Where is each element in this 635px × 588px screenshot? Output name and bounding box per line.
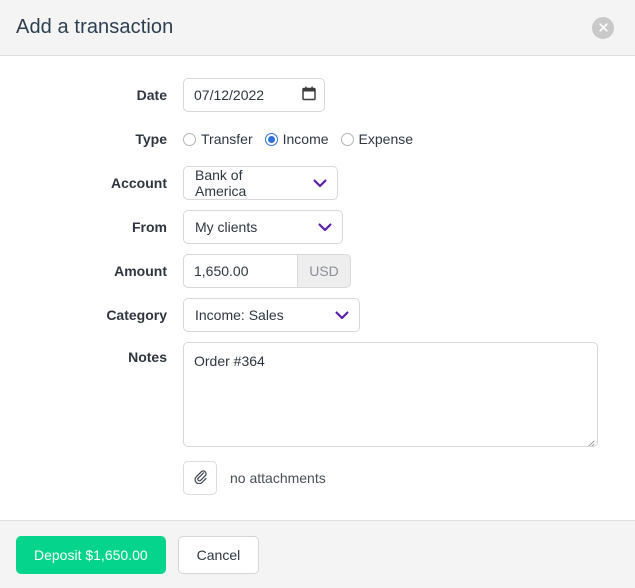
- field-row-from: From My clients: [16, 210, 619, 244]
- account-label: Account: [111, 175, 167, 191]
- field-row-type: Type Transfer Income Expense: [16, 122, 619, 156]
- attachments-field-wrap: no attachments: [183, 461, 619, 495]
- field-row-date: Date 07/12/2022: [16, 78, 619, 112]
- amount-field-wrap: 1,650.00 USD: [183, 254, 619, 288]
- category-label: Category: [106, 307, 167, 323]
- radio-icon-income: [264, 132, 278, 146]
- chevron-down-icon: [313, 175, 327, 191]
- field-row-notes: Notes Order #364: [16, 342, 619, 447]
- account-value: Bank of America: [195, 167, 247, 199]
- radio-label-income: Income: [282, 131, 329, 147]
- date-input[interactable]: 07/12/2022: [183, 78, 325, 112]
- category-select[interactable]: Income: Sales: [183, 298, 360, 332]
- currency-addon: USD: [297, 254, 351, 288]
- radio-icon-expense: [340, 132, 354, 146]
- paperclip-icon: [193, 469, 208, 487]
- chevron-down-icon: [335, 307, 349, 323]
- notes-label: Notes: [128, 349, 167, 365]
- radio-option-expense[interactable]: Expense: [340, 131, 414, 147]
- attachments-status-text: no attachments: [230, 470, 326, 486]
- dialog-footer: Deposit $1,650.00 Cancel: [0, 520, 635, 588]
- from-value: My clients: [195, 219, 258, 235]
- field-row-category: Category Income: Sales: [16, 298, 619, 332]
- field-row-amount: Amount 1,650.00 USD: [16, 254, 619, 288]
- notes-field-wrap: Order #364: [183, 342, 619, 447]
- account-select[interactable]: Bank of America: [183, 166, 338, 200]
- radio-label-transfer: Transfer: [201, 131, 253, 147]
- radio-label-expense: Expense: [358, 131, 414, 147]
- close-button[interactable]: [592, 16, 614, 39]
- chevron-down-icon: [318, 219, 332, 235]
- category-field-wrap: Income: Sales: [183, 298, 619, 332]
- date-value: 07/12/2022: [194, 87, 265, 103]
- type-field-wrap: Transfer Income Expense: [183, 122, 619, 156]
- amount-input-group: 1,650.00 USD: [183, 254, 351, 288]
- date-field-wrap: 07/12/2022: [183, 78, 619, 112]
- calendar-icon[interactable]: [302, 86, 316, 104]
- amount-label: Amount: [114, 263, 167, 279]
- from-field-wrap: My clients: [183, 210, 619, 244]
- add-transaction-dialog: Add a transaction Date 07/12/2022 Type T…: [0, 0, 635, 588]
- radio-icon-transfer: [183, 132, 196, 146]
- cancel-button[interactable]: Cancel: [177, 535, 260, 574]
- field-row-attachments: no attachments: [16, 461, 619, 495]
- resize-handle-icon[interactable]: [585, 434, 595, 446]
- date-label: Date: [136, 87, 167, 103]
- notes-textarea[interactable]: Order #364: [183, 342, 598, 447]
- radio-option-income[interactable]: Income: [264, 131, 329, 147]
- type-radio-group: Transfer Income Expense: [183, 122, 413, 156]
- dialog-body: Date 07/12/2022 Type Transfer Income Exp…: [0, 56, 635, 520]
- account-field-wrap: Bank of America: [183, 166, 619, 200]
- notes-value: Order #364: [194, 353, 265, 369]
- submit-deposit-button[interactable]: Deposit $1,650.00: [16, 535, 166, 574]
- amount-value: 1,650.00: [194, 263, 249, 279]
- from-label: From: [132, 219, 167, 235]
- amount-input[interactable]: 1,650.00: [183, 254, 297, 288]
- page-title: Add a transaction: [16, 16, 174, 38]
- category-value: Income: Sales: [195, 307, 284, 323]
- add-attachment-button[interactable]: [183, 461, 217, 495]
- radio-option-transfer[interactable]: Transfer: [183, 131, 253, 147]
- dialog-header: Add a transaction: [0, 0, 635, 56]
- field-row-account: Account Bank of America: [16, 166, 619, 200]
- from-select[interactable]: My clients: [183, 210, 343, 244]
- close-icon: [598, 22, 609, 33]
- type-label: Type: [135, 131, 167, 147]
